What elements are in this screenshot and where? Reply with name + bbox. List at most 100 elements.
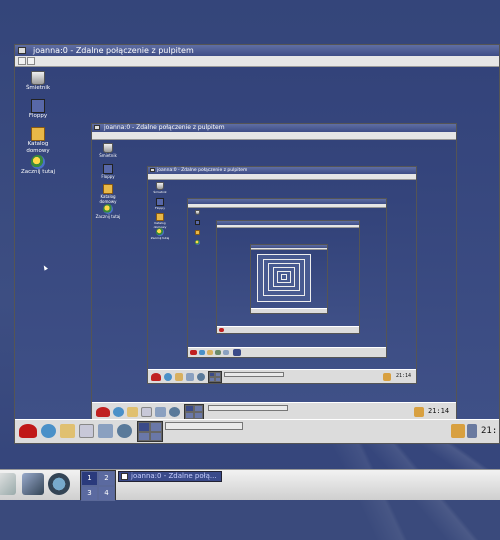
tray-icon[interactable]	[414, 407, 424, 417]
desktop-icon-floppy[interactable]	[189, 220, 205, 225]
workspace-1[interactable]	[185, 405, 194, 412]
tray-icon[interactable]	[451, 424, 465, 438]
mail-launcher-icon[interactable]	[60, 424, 75, 438]
taskbar-window-button[interactable]	[224, 372, 284, 377]
desktop-icon-trash[interactable]: Śmietnik	[149, 182, 171, 194]
toolbar-button-2[interactable]	[27, 57, 35, 65]
workspace-pager[interactable]: 1 2 3 4	[80, 470, 116, 501]
workspace-2[interactable]	[150, 422, 162, 432]
desktop-icon-label: Śmietnik	[153, 190, 167, 194]
browser-launcher-icon[interactable]	[113, 407, 124, 417]
desktop-icon-start-here[interactable]: Zacznij tutaj	[93, 204, 123, 219]
workspace-3[interactable]: 3	[81, 486, 98, 501]
remote-desktop-window[interactable]: joanna:0 - Zdalne połączenie z pulpitem …	[14, 44, 500, 444]
home-folder-icon	[194, 230, 200, 235]
terminal-launcher-icon[interactable]	[98, 424, 113, 438]
redhat-menu-icon[interactable]	[219, 328, 224, 332]
office-launcher-icon[interactable]	[186, 373, 194, 381]
mail-launcher-icon[interactable]	[207, 350, 213, 355]
desktop-icon-home[interactable]: Katalog domowy	[93, 184, 123, 204]
desktop-icon-label: Katalog domowy	[99, 194, 117, 204]
workspace-4[interactable]	[150, 431, 162, 441]
nested-remote-window[interactable]	[187, 198, 387, 358]
panel-clock[interactable]: 21:14	[396, 373, 411, 379]
remote-desktop-area	[188, 208, 386, 347]
panel-clock[interactable]: 21:	[481, 426, 497, 436]
tray-icon[interactable]	[383, 373, 391, 381]
redhat-menu-icon[interactable]	[19, 424, 37, 438]
taskbar-window-button[interactable]	[208, 405, 288, 411]
trash-icon	[194, 210, 200, 215]
window-menu-icon[interactable]	[18, 47, 26, 54]
window-titlebar[interactable]: joanna:0 - Zdalne połączenie z pulpitem	[92, 124, 456, 132]
trash-icon	[31, 71, 45, 85]
nested-remote-window[interactable]	[250, 244, 328, 314]
mail-launcher-icon[interactable]	[175, 373, 183, 381]
window-titlebar[interactable]: joanna:0 - Zdalne połączenie z pulpitem	[148, 167, 416, 174]
terminal-launcher-icon[interactable]	[223, 350, 229, 355]
panel-clock[interactable]: 21:14	[428, 407, 449, 415]
terminal-launcher-icon[interactable]	[197, 373, 205, 381]
start-here-icon	[156, 228, 164, 236]
desktop-icon-start-here[interactable]	[189, 240, 205, 245]
start-here-icon	[31, 155, 45, 169]
workspace-pager[interactable]	[137, 421, 163, 442]
taskbar-window-button[interactable]: joanna:0 - Zdalne połą...	[118, 471, 222, 482]
office-launcher-icon[interactable]	[215, 350, 221, 355]
bottom-panel	[217, 326, 359, 333]
workspace-3[interactable]	[138, 431, 150, 441]
browser-launcher-icon[interactable]	[41, 424, 56, 438]
desktop-icon-floppy[interactable]: Floppy	[149, 198, 171, 210]
window-titlebar[interactable]: joanna:0 - Zdalne połączenie z pulpitem	[15, 45, 499, 56]
home-folder-icon	[103, 184, 113, 194]
main-menu-icon[interactable]	[0, 473, 16, 495]
redhat-menu-icon[interactable]	[151, 373, 161, 381]
desktop-icon-start-here[interactable]: Zacznij tutaj	[149, 228, 171, 240]
remote-desktop-area: Śmietnik Floppy Katalog domowy Zacznij t…	[92, 140, 456, 402]
nested-remote-window[interactable]: joanna:0 - Zdalne połączenie z pulpitem …	[147, 166, 417, 384]
printer-launcher-icon[interactable]	[117, 424, 132, 438]
workspace-2[interactable]	[194, 405, 203, 412]
workspace-pager[interactable]	[208, 371, 222, 383]
mail-launcher-icon[interactable]	[127, 407, 138, 417]
taskbar-window-button[interactable]	[165, 422, 243, 430]
desktop-icon-label: Zacznij tutaj	[95, 214, 121, 219]
workspace-4[interactable]	[215, 377, 221, 382]
printer-launcher-icon[interactable]	[169, 407, 180, 417]
mouse-cursor	[42, 264, 48, 271]
redhat-menu-icon[interactable]	[190, 350, 197, 355]
desktop-icon-trash[interactable]: Śmietnik	[93, 143, 123, 158]
workspace-1[interactable]	[138, 422, 150, 432]
desktop-icon-floppy[interactable]: Floppy	[93, 164, 123, 179]
floppy-icon	[103, 164, 113, 174]
browser-launcher-icon[interactable]	[199, 350, 205, 355]
workspace-4[interactable]	[194, 412, 203, 419]
toolbar-button-1[interactable]	[18, 57, 26, 65]
terminal-launcher-icon[interactable]	[22, 473, 44, 495]
network-launcher-icon[interactable]	[48, 473, 70, 495]
window-menu-icon[interactable]	[150, 168, 155, 172]
window-menu-icon[interactable]	[94, 125, 100, 130]
desktop-icon-floppy[interactable]: Floppy	[17, 99, 59, 120]
nested-remote-window[interactable]	[216, 220, 360, 334]
desktop-icon-trash[interactable]	[189, 210, 205, 215]
tray-icon[interactable]	[467, 424, 477, 438]
desktop-icon-start-here[interactable]: Zacznij tutaj	[17, 155, 59, 176]
office-launcher-icon[interactable]	[79, 424, 94, 438]
workspace-pager[interactable]	[233, 349, 241, 356]
redhat-menu-icon[interactable]	[96, 407, 110, 417]
workspace-1[interactable]: 1	[81, 471, 98, 486]
desktop-icon-home[interactable]: Katalog domowy	[149, 213, 171, 229]
desktop-icon-trash[interactable]: Śmietnik	[17, 71, 59, 92]
terminal-launcher-icon[interactable]	[155, 407, 166, 417]
workspace-3[interactable]	[185, 412, 194, 419]
office-launcher-icon[interactable]	[141, 407, 152, 417]
remote-desktop-area: Śmietnik Floppy Katalog domowy Zacznij t…	[15, 67, 499, 419]
desktop-icon-home[interactable]: Katalog domowy	[17, 127, 59, 155]
workspace-4[interactable]: 4	[98, 486, 115, 501]
workspace-2[interactable]: 2	[98, 471, 115, 486]
workspace-pager[interactable]	[184, 404, 204, 419]
nested-remote-window[interactable]: joanna:0 - Zdalne połączenie z pulpitem …	[91, 123, 457, 419]
desktop-icon-home[interactable]	[189, 230, 205, 235]
browser-launcher-icon[interactable]	[164, 373, 172, 381]
